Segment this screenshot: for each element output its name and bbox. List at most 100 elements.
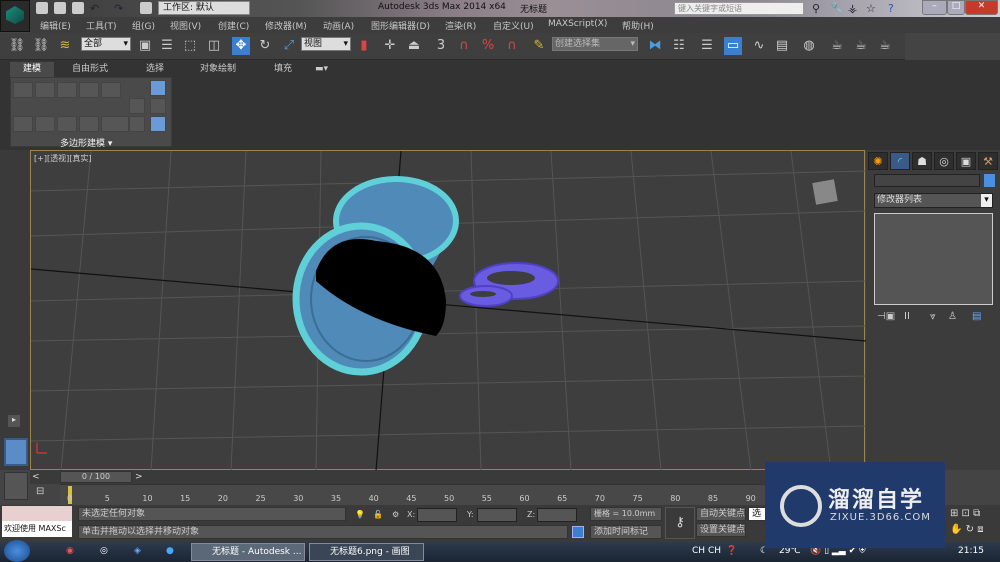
viewport-layout-single-icon[interactable] <box>4 438 28 466</box>
tab-modeling[interactable]: 建模 <box>10 62 54 77</box>
clock[interactable]: 21:15 <box>958 546 984 556</box>
selection-filter-dropdown[interactable]: 全部 <box>81 37 131 51</box>
curve-editor-icon[interactable]: ∿ <box>750 37 768 55</box>
select-and-scale-icon[interactable]: ⤢ <box>280 37 298 55</box>
workspace-dropdown[interactable]: 工作区: 默认 <box>158 1 250 15</box>
object-color-swatch[interactable] <box>984 174 995 187</box>
perspective-viewport[interactable] <box>30 150 867 472</box>
auto-key-button[interactable]: 自动关键点 <box>696 507 746 521</box>
named-selection-dropdown[interactable]: 创建选择集 <box>552 37 638 51</box>
ignore-backfacing-icon[interactable] <box>150 116 166 132</box>
material-editor-icon[interactable]: ◍ <box>800 37 818 55</box>
star-icon[interactable]: ☆ <box>866 2 876 15</box>
maxscript-welcome[interactable]: 欢迎使用 MAXSc <box>2 521 72 537</box>
previous-modifier-icon[interactable] <box>35 116 55 132</box>
viewport-nav-icons[interactable]: ⊞ ⊡ ⧉ <box>950 508 980 519</box>
schematic-view-icon[interactable]: ▤ <box>773 37 791 55</box>
utilities-tab-icon[interactable]: ⚒ <box>978 152 998 170</box>
vertex-icon[interactable] <box>13 82 33 98</box>
close-button[interactable]: ✕ <box>965 0 998 15</box>
absolute-mode-icon[interactable]: ⚙ <box>392 510 399 519</box>
menu-modifiers[interactable]: 修改器(M) <box>265 19 307 32</box>
time-tag-icon[interactable] <box>572 526 584 538</box>
help-icon[interactable]: ? <box>888 2 894 15</box>
undo-icon[interactable]: ↶ <box>90 2 99 15</box>
layer-manager-icon[interactable]: ☰ <box>698 37 716 55</box>
pan-orbit-icons[interactable]: ✋ ↻ ⧈ <box>950 524 984 535</box>
show-end-result-icon[interactable] <box>129 116 145 132</box>
save-icon[interactable] <box>72 2 84 14</box>
border-icon[interactable] <box>57 82 77 98</box>
new-file-icon[interactable] <box>36 2 48 14</box>
tab-object-paint[interactable]: 对象绘制 <box>200 62 236 77</box>
select-object-icon[interactable]: ▣ <box>136 37 154 55</box>
element-icon[interactable] <box>101 82 121 98</box>
project-folder-icon[interactable] <box>140 2 152 14</box>
snaps-toggle-icon[interactable]: 3 <box>432 37 450 55</box>
z-coordinate-field[interactable] <box>537 508 577 522</box>
ribbon-toggle-icon[interactable]: ▭ <box>724 37 742 55</box>
rectangular-selection-icon[interactable]: ⬚ <box>181 37 199 55</box>
generate-topology-icon[interactable] <box>150 98 166 114</box>
pin-stack-icon[interactable]: ⊣▣ <box>877 311 895 322</box>
menu-help[interactable]: 帮助(H) <box>622 19 654 32</box>
reference-coordinate-dropdown[interactable]: 视图 <box>301 37 351 51</box>
tab-populate[interactable]: 填充 <box>274 62 292 77</box>
prev-frame-button[interactable]: < <box>32 472 40 482</box>
expand-arrow-icon[interactable]: ▸ <box>8 415 20 427</box>
redo-icon[interactable]: ↷ <box>114 2 123 15</box>
maximize-button[interactable]: □ <box>947 0 965 15</box>
edit-named-selection-icon[interactable]: ✎ <box>530 37 548 55</box>
add-time-tag[interactable]: 添加时间标记 <box>590 525 662 539</box>
tab-freeform[interactable]: 自由形式 <box>72 62 108 77</box>
viewport-label[interactable]: [+][透视][真实] <box>34 153 91 164</box>
make-unique-icon[interactable]: ⩔ <box>930 311 936 322</box>
app-icon[interactable]: ◈ <box>134 546 141 556</box>
mini-curve-editor-icon[interactable]: ⊟ <box>36 486 52 500</box>
remove-modifier-icon[interactable]: ♙ <box>948 311 957 322</box>
modifier-stack[interactable] <box>874 213 993 305</box>
ime-lang-2[interactable]: CH <box>708 546 721 556</box>
menu-group[interactable]: 组(G) <box>132 19 155 32</box>
menu-animation[interactable]: 动画(A) <box>323 19 354 32</box>
tab-selection[interactable]: 选择 <box>146 62 164 77</box>
ime-lang-1[interactable]: CH <box>692 546 705 556</box>
set-key-icon[interactable]: ⚷ <box>665 507 695 539</box>
select-and-rotate-icon[interactable]: ↻ <box>256 37 274 55</box>
modify-tab-icon[interactable]: ◜ <box>890 152 910 170</box>
satellite-icon[interactable]: ⚶ <box>848 2 857 15</box>
menu-graph-editors[interactable]: 图形编辑器(D) <box>371 19 430 32</box>
toggle-command-panel-icon[interactable] <box>129 98 145 114</box>
hierarchy-tab-icon[interactable]: ☗ <box>912 152 932 170</box>
minimize-button[interactable]: – <box>922 0 947 15</box>
taskbar-item-paint[interactable]: 无标题6.png - 画图 <box>309 543 424 561</box>
align-icon[interactable]: ☷ <box>670 37 688 55</box>
menu-tools[interactable]: 工具(T) <box>86 19 117 32</box>
time-slider[interactable]: 0 / 100 <box>60 471 132 483</box>
menu-views[interactable]: 视图(V) <box>170 19 201 32</box>
polygon-icon[interactable] <box>79 82 99 98</box>
next-frame-button[interactable]: > <box>135 472 143 482</box>
display-tab-icon[interactable]: ▣ <box>956 152 976 170</box>
taskbar-item-3dsmax[interactable]: 无标题 - Autodesk ... <box>191 543 305 561</box>
viewport-layout-quad-icon[interactable] <box>4 472 28 500</box>
create-tab-icon[interactable]: ✺ <box>868 152 888 170</box>
edge-icon[interactable] <box>35 82 55 98</box>
keyboard-shortcut-icon[interactable]: ⏏ <box>405 37 423 55</box>
menu-customize[interactable]: 自定义(U) <box>493 19 534 32</box>
spinner-snap-icon[interactable]: ∩ <box>503 37 521 55</box>
open-file-icon[interactable] <box>54 2 66 14</box>
menu-edit[interactable]: 编辑(E) <box>40 19 71 32</box>
window-crossing-icon[interactable]: ◫ <box>205 37 223 55</box>
start-button[interactable] <box>4 540 30 562</box>
wrench-icon[interactable]: 🔧 <box>830 2 844 15</box>
show-end-result-icon[interactable]: II <box>904 311 910 322</box>
unlink-icon[interactable]: ⛓ <box>32 37 50 55</box>
camera-app-icon[interactable]: ◎ <box>100 546 108 556</box>
binoculars-icon[interactable]: ⚲ <box>812 2 820 15</box>
percent-snap-icon[interactable]: % <box>479 37 497 55</box>
motion-tab-icon[interactable]: ◎ <box>934 152 954 170</box>
manipulate-icon[interactable]: ✛ <box>381 37 399 55</box>
selection-lock-icon[interactable]: 🔓 <box>373 510 383 519</box>
x-coordinate-field[interactable] <box>417 508 457 522</box>
